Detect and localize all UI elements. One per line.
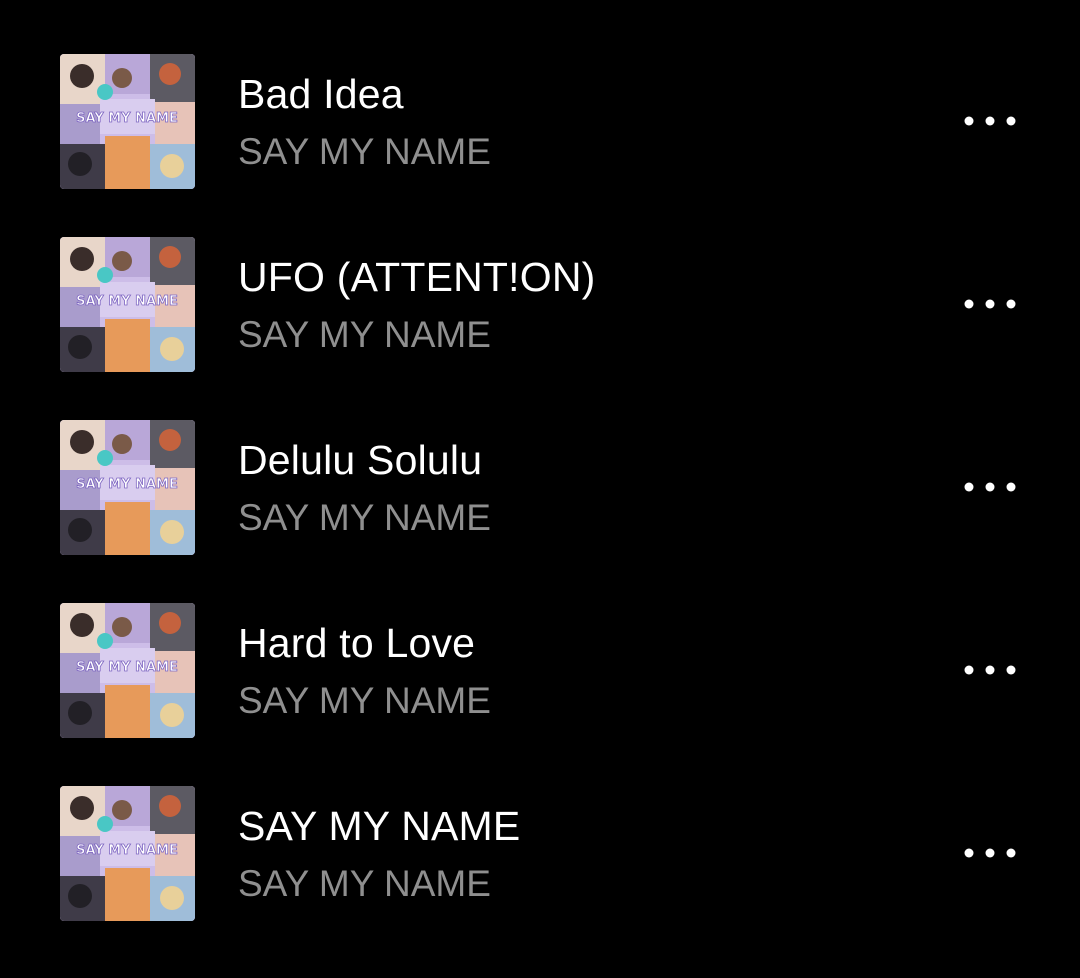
svg-text:SAY MY NAME: SAY MY NAME [76, 477, 178, 492]
svg-text:SAY MY NAME: SAY MY NAME [76, 843, 178, 858]
more-options-button[interactable] [950, 279, 1030, 329]
svg-text:SAY MY NAME: SAY MY NAME [76, 294, 178, 309]
track-list: SAY MY NAME Bad Idea SAY MY NAME SAY MY … [0, 0, 1080, 978]
more-horizontal-icon [964, 665, 1016, 675]
svg-text:SAY MY NAME: SAY MY NAME [76, 111, 178, 126]
more-horizontal-icon [964, 848, 1016, 858]
track-row[interactable]: SAY MY NAME UFO (ATTENT!ON) SAY MY NAME [0, 213, 1080, 396]
track-title: Delulu Solulu [238, 437, 483, 483]
album-cover-art: SAY MY NAME [60, 603, 195, 738]
track-row[interactable]: SAY MY NAME Bad Idea SAY MY NAME [0, 30, 1080, 213]
more-options-button[interactable] [950, 828, 1030, 878]
track-row[interactable]: SAY MY NAME SAY MY NAME SAY MY NAME [0, 762, 1080, 945]
track-title: SAY MY NAME [238, 803, 521, 849]
track-title: Hard to Love [238, 620, 476, 666]
svg-text:SAY MY NAME: SAY MY NAME [76, 660, 178, 675]
album-cover-art: SAY MY NAME [60, 237, 195, 372]
more-horizontal-icon [964, 482, 1016, 492]
album-cover: SAY MY NAME [60, 603, 195, 738]
album-cover-art: SAY MY NAME [60, 54, 195, 189]
more-horizontal-icon [964, 299, 1016, 309]
track-row[interactable]: SAY MY NAME Delulu Solulu SAY MY NAME [0, 396, 1080, 579]
album-cover: SAY MY NAME [60, 237, 195, 372]
track-album: SAY MY NAME [238, 863, 491, 904]
more-horizontal-icon [964, 116, 1016, 126]
album-cover: SAY MY NAME [60, 420, 195, 555]
album-cover-art: SAY MY NAME [60, 420, 195, 555]
more-options-button[interactable] [950, 645, 1030, 695]
album-cover: SAY MY NAME [60, 54, 195, 189]
album-cover-art: SAY MY NAME [60, 786, 195, 921]
track-album: SAY MY NAME [238, 131, 491, 172]
track-album: SAY MY NAME [238, 680, 491, 721]
track-title: Bad Idea [238, 71, 404, 117]
track-album: SAY MY NAME [238, 497, 491, 538]
track-title: UFO (ATTENT!ON) [238, 254, 596, 300]
track-album: SAY MY NAME [238, 314, 491, 355]
more-options-button[interactable] [950, 96, 1030, 146]
more-options-button[interactable] [950, 462, 1030, 512]
album-cover: SAY MY NAME [60, 786, 195, 921]
track-row[interactable]: SAY MY NAME Hard to Love SAY MY NAME [0, 579, 1080, 762]
